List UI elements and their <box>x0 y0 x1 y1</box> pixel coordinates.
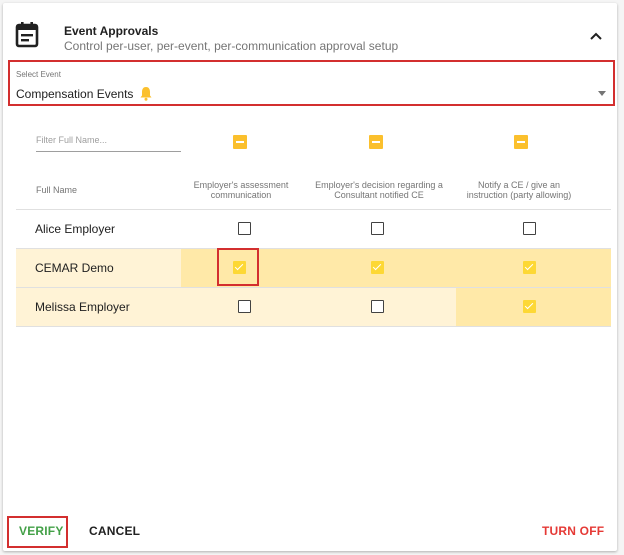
table-row: Melissa Employer <box>16 288 611 326</box>
row3-col2-checkbox[interactable] <box>371 300 384 313</box>
table-row: CEMAR Demo <box>16 249 611 287</box>
column-header-notify: Notify a CE / give an instruction (party… <box>466 180 572 200</box>
select-event-value-text: Compensation Events <box>16 86 134 101</box>
bell-icon <box>140 87 152 101</box>
select-event-value: Compensation Events <box>16 86 153 101</box>
filter-full-name-input[interactable]: Filter Full Name... <box>36 135 181 152</box>
column-header-decision: Employer's decision regarding a Consulta… <box>315 180 443 200</box>
cancel-button[interactable]: CANCEL <box>89 524 140 538</box>
row-name: CEMAR Demo <box>35 261 114 275</box>
turn-off-button[interactable]: TURN OFF <box>542 524 604 538</box>
card-subtitle: Control per-user, per-event, per-communi… <box>64 39 399 53</box>
row1-col3-checkbox[interactable] <box>523 222 536 235</box>
select-all-col2-checkbox[interactable] <box>369 135 383 149</box>
full-name-column-header: Full Name <box>36 185 78 195</box>
row2-col2-checkbox[interactable] <box>371 261 384 274</box>
row-name: Alice Employer <box>35 222 116 236</box>
annotation-highlight-box <box>217 248 259 286</box>
table-divider <box>16 326 611 327</box>
select-all-col1-checkbox[interactable] <box>233 135 247 149</box>
row1-col1-checkbox[interactable] <box>238 222 251 235</box>
table-row: Alice Employer <box>16 210 611 248</box>
row-name: Melissa Employer <box>35 300 130 314</box>
select-all-col3-checkbox[interactable] <box>514 135 528 149</box>
row2-col3-checkbox[interactable] <box>523 261 536 274</box>
row3-col3-checkbox[interactable] <box>523 300 536 313</box>
calendar-icon <box>15 22 39 48</box>
row1-col2-checkbox[interactable] <box>371 222 384 235</box>
card-title: Event Approvals <box>64 24 159 38</box>
chevron-up-icon[interactable] <box>589 31 603 41</box>
event-approvals-card: Event Approvals Control per-user, per-ev… <box>3 3 617 551</box>
row3-col1-checkbox[interactable] <box>238 300 251 313</box>
column-header-assessment: Employer's assessment communication <box>193 180 289 200</box>
verify-button[interactable]: VERIFY <box>19 524 64 538</box>
dropdown-arrow-icon <box>598 91 606 96</box>
select-event-dropdown[interactable]: Select Event Compensation Events <box>8 60 615 106</box>
select-event-label: Select Event <box>16 70 61 79</box>
